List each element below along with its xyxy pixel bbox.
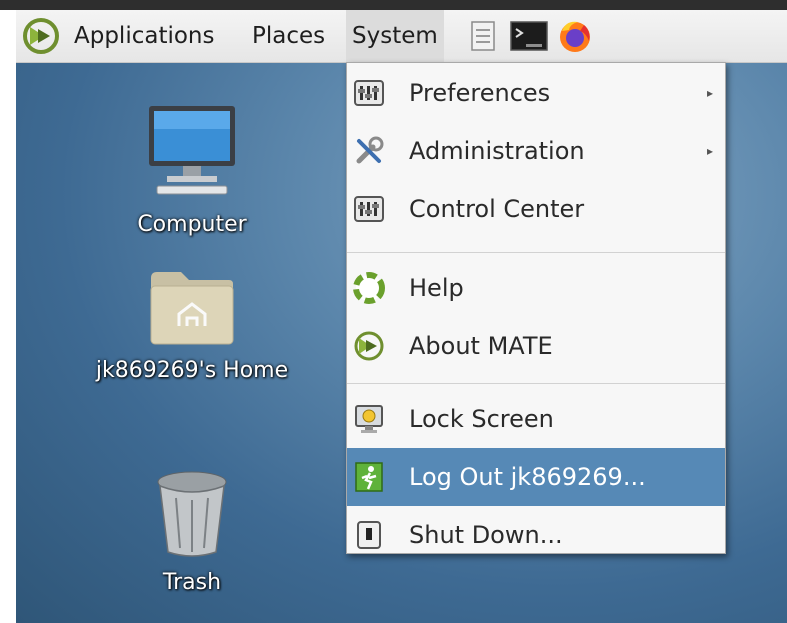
menu-item-administration[interactable]: Administration ▸ (347, 122, 725, 180)
submenu-arrow-icon: ▸ (706, 86, 713, 100)
submenu-arrow-icon: ▸ (706, 144, 713, 158)
mate-logo-icon[interactable] (22, 10, 70, 62)
top-border (0, 0, 787, 10)
mate-logo-icon (354, 331, 384, 361)
firefox-icon[interactable] (556, 10, 594, 62)
places-menu[interactable]: Places (252, 10, 325, 62)
menu-item-label: Lock Screen (409, 405, 554, 433)
menu-item-label: Log Out jk869269... (409, 463, 646, 491)
preferences-icon (354, 80, 384, 106)
menu-item-label: About MATE (409, 332, 553, 360)
menu-item-label: Help (409, 274, 464, 302)
menu-item-preferences[interactable]: Preferences ▸ (347, 64, 725, 122)
administration-icon (356, 136, 384, 164)
desktop[interactable]: Applications Places System Computer jk86… (16, 10, 787, 623)
trash-icon (157, 471, 227, 557)
menu-item-label: Shut Down... (409, 521, 563, 549)
computer-icon (149, 106, 235, 195)
control-center-icon (354, 196, 384, 222)
menu-item-lock-screen[interactable]: Lock Screen (347, 390, 725, 448)
menu-item-shut-down[interactable]: Shut Down... (347, 506, 725, 564)
menu-separator (347, 252, 725, 253)
desktop-icon-home[interactable]: jk869269's Home (72, 268, 312, 383)
lock-screen-icon (355, 405, 383, 433)
desktop-icon-label: Trash (162, 570, 222, 595)
applications-menu[interactable]: Applications (74, 10, 215, 62)
menu-item-label: Control Center (409, 195, 585, 223)
system-menu[interactable]: System (346, 10, 444, 62)
menu-item-label: Administration (409, 137, 585, 165)
terminal-icon[interactable] (510, 10, 548, 62)
shut-down-icon (357, 521, 381, 549)
text-editor-icon[interactable] (470, 10, 496, 62)
menu-separator (347, 383, 725, 384)
desktop-icon-label: jk869269's Home (95, 358, 289, 383)
log-out-icon (355, 462, 383, 492)
menu-item-about-mate[interactable]: About MATE (347, 317, 725, 375)
top-panel: Applications Places System (16, 10, 787, 63)
desktop-icon-computer[interactable]: Computer (72, 102, 312, 237)
home-folder-icon (150, 272, 234, 345)
menu-item-label: Preferences (409, 79, 551, 107)
menu-item-control-center[interactable]: Control Center (347, 180, 725, 238)
desktop-icon-trash[interactable]: Trash (72, 468, 312, 595)
system-dropdown-menu: Preferences ▸ Administration ▸ Control C… (346, 62, 726, 554)
help-icon (353, 272, 385, 304)
desktop-icon-label: Computer (137, 212, 247, 237)
menu-item-help[interactable]: Help (347, 259, 725, 317)
menu-item-log-out[interactable]: Log Out jk869269... (347, 448, 725, 506)
